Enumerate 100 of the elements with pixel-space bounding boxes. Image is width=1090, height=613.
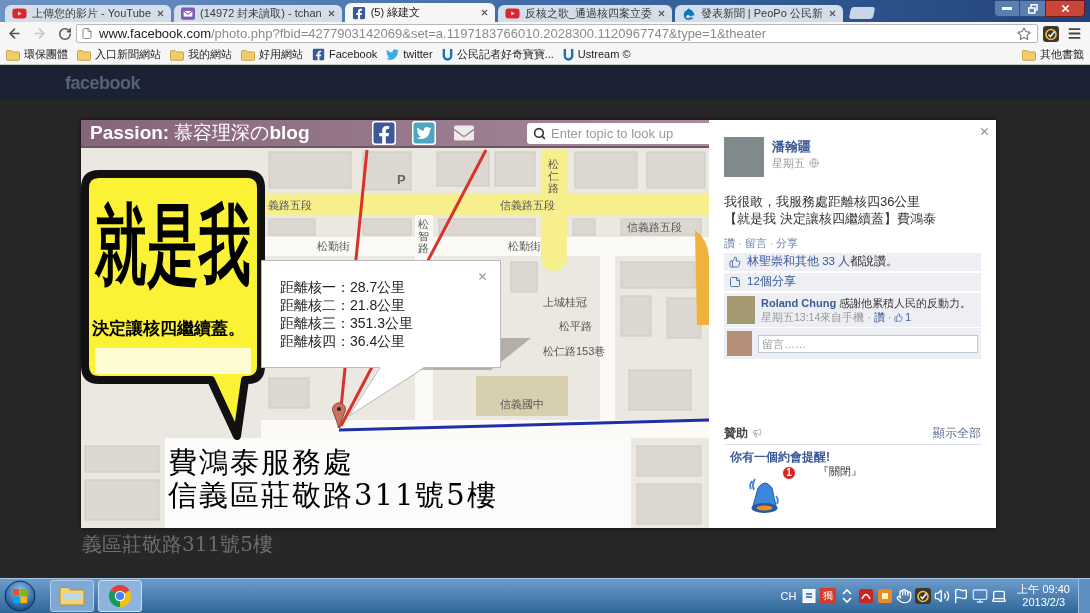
blog-title: Passion: 慕容理深のblog (90, 122, 311, 144)
language-indicator[interactable]: CH (780, 589, 797, 603)
bookmark-item[interactable]: twitter (386, 46, 433, 63)
bookmark-item[interactable]: 好用網站 (241, 46, 303, 63)
restore-icon (1027, 3, 1038, 14)
play-icon (12, 6, 27, 21)
site-logo: facebook (65, 72, 141, 93)
action-link[interactable]: 讚 (724, 237, 735, 250)
megaphone-icon (752, 428, 762, 438)
close-icon[interactable] (326, 9, 336, 18)
new-tab-button[interactable] (848, 7, 876, 19)
folder-icon (1022, 48, 1036, 61)
distance-line: 距離核二：21.8公里 (280, 296, 407, 314)
bookmark-item[interactable]: 入口新聞網站 (77, 46, 161, 63)
building-block (628, 369, 692, 411)
address-bar[interactable]: www.facebook.com/photo.php?fbid=4277903142069&set=a.1197183766010.2028300.1120967747&type=1&theater (76, 24, 1038, 43)
action-link[interactable]: 分享 (776, 237, 799, 250)
speaker-icon[interactable] (934, 588, 951, 604)
envelope-icon[interactable] (452, 123, 476, 143)
close-icon[interactable] (477, 271, 488, 282)
folder-icon (59, 586, 85, 606)
browser-tab[interactable]: 發表新聞 | PeoPo 公民新 (674, 5, 843, 22)
folder-icon (6, 48, 20, 61)
ad-dismiss-link[interactable]: 『關閉』 (818, 465, 862, 478)
comment-input[interactable]: 留言…… (758, 334, 978, 353)
building-block (436, 151, 490, 187)
likers-link[interactable]: 林聖崇和其他 33 人 (747, 255, 851, 268)
monitor-icon[interactable] (972, 588, 989, 604)
map-label: 松平路 (559, 320, 592, 333)
ime-mode-indicator[interactable]: 獨 (820, 588, 837, 604)
envelope-icon (181, 7, 195, 20)
note-icon (729, 276, 741, 288)
clock-button[interactable]: 上午 09:40 2013/2/3 (1017, 583, 1070, 609)
author-link[interactable]: 潘翰疆 (772, 139, 819, 155)
bookmark-item[interactable]: 公民記者好奇寶寶... (441, 46, 554, 63)
restore-button[interactable] (1020, 0, 1045, 17)
map-label: 上城桂冠 (543, 296, 587, 309)
folder-icon (241, 48, 255, 61)
close-button[interactable] (1045, 0, 1085, 17)
building-block (636, 445, 702, 477)
shares-link[interactable]: 12個分享 (747, 273, 796, 291)
app-tile-icon[interactable] (858, 588, 875, 604)
taskbar-app-button[interactable] (98, 580, 142, 612)
building-block (646, 151, 706, 189)
bird-icon[interactable] (412, 121, 436, 145)
bookmark-item[interactable]: 其他書籤 (1022, 46, 1084, 63)
building-block (494, 151, 536, 187)
show-all-link[interactable]: 顯示全部 (933, 426, 981, 440)
map-label: 松勤街 (508, 240, 541, 253)
u-shape-icon (562, 48, 574, 61)
bookmark-item[interactable]: Facebook (312, 46, 378, 63)
app-tile-icon[interactable] (877, 588, 894, 604)
building-block (636, 483, 702, 525)
bubble-headline: 就是我 (95, 200, 251, 289)
laptop-icon[interactable] (991, 588, 1008, 604)
thumbs-up-icon (729, 256, 741, 268)
map-label: P (397, 172, 406, 187)
close-icon[interactable] (827, 9, 837, 18)
browser-tab[interactable]: 反核之歌_通過核四案立委 (497, 5, 672, 22)
caption-line: 信義區莊敬路311號5樓 (168, 479, 498, 512)
browser-tab[interactable]: (14972 封未讀取) - tchan (174, 5, 342, 22)
browser-tab[interactable]: (5) 綠建文 (344, 3, 495, 22)
action-link[interactable]: 留言 (744, 237, 767, 250)
bookmark-item[interactable]: Ustream © (562, 46, 631, 63)
search-field[interactable]: Enter topic to look up (527, 122, 709, 144)
like-link[interactable]: 讚 (873, 310, 885, 324)
clock-check-icon[interactable] (915, 588, 932, 604)
bookmark-item[interactable]: 環保團體 (6, 46, 68, 63)
map-label: 松仁路153巷 (543, 345, 606, 358)
ad-headline[interactable]: 你有一個約會提醒! (730, 450, 981, 464)
separator-dot: · (887, 310, 892, 324)
close-icon[interactable] (156, 9, 165, 18)
close-icon[interactable] (479, 8, 489, 17)
commenter-link[interactable]: Roland Chung (761, 297, 837, 309)
building-block (268, 218, 316, 236)
map-label: 松勤街 (317, 240, 350, 253)
star-icon[interactable] (1017, 26, 1031, 41)
minimize-icon (1002, 7, 1012, 10)
folder-icon (77, 48, 91, 61)
hand-icon[interactable] (896, 588, 913, 604)
search-icon (533, 126, 546, 140)
map-pin-icon (332, 402, 346, 429)
distance-line: 距離核一：28.7公里 (280, 278, 407, 296)
menu-icon[interactable] (1067, 26, 1082, 41)
minimize-button[interactable] (994, 0, 1020, 17)
reload-icon[interactable] (58, 26, 72, 41)
clock-check-icon[interactable] (1043, 25, 1059, 42)
close-icon[interactable] (656, 9, 666, 18)
comment-text: Roland Chung 感謝他累積人民的反動力。 (761, 296, 972, 310)
document-icon[interactable] (801, 588, 818, 604)
flag-icon[interactable] (953, 588, 970, 604)
comment-time: 星期五13:14來自手機 (761, 310, 865, 324)
separator-dot: · (867, 310, 871, 324)
browser-tab[interactable]: 上傳您的影片 - YouTube (5, 5, 171, 22)
avatar-photo (727, 331, 752, 356)
f-logo-icon[interactable] (372, 121, 396, 145)
bookmark-item[interactable]: 我的網站 (170, 46, 232, 63)
close-icon[interactable] (979, 126, 990, 137)
start-orb-icon[interactable] (4, 580, 36, 612)
like-count[interactable]: 1 (905, 310, 912, 324)
